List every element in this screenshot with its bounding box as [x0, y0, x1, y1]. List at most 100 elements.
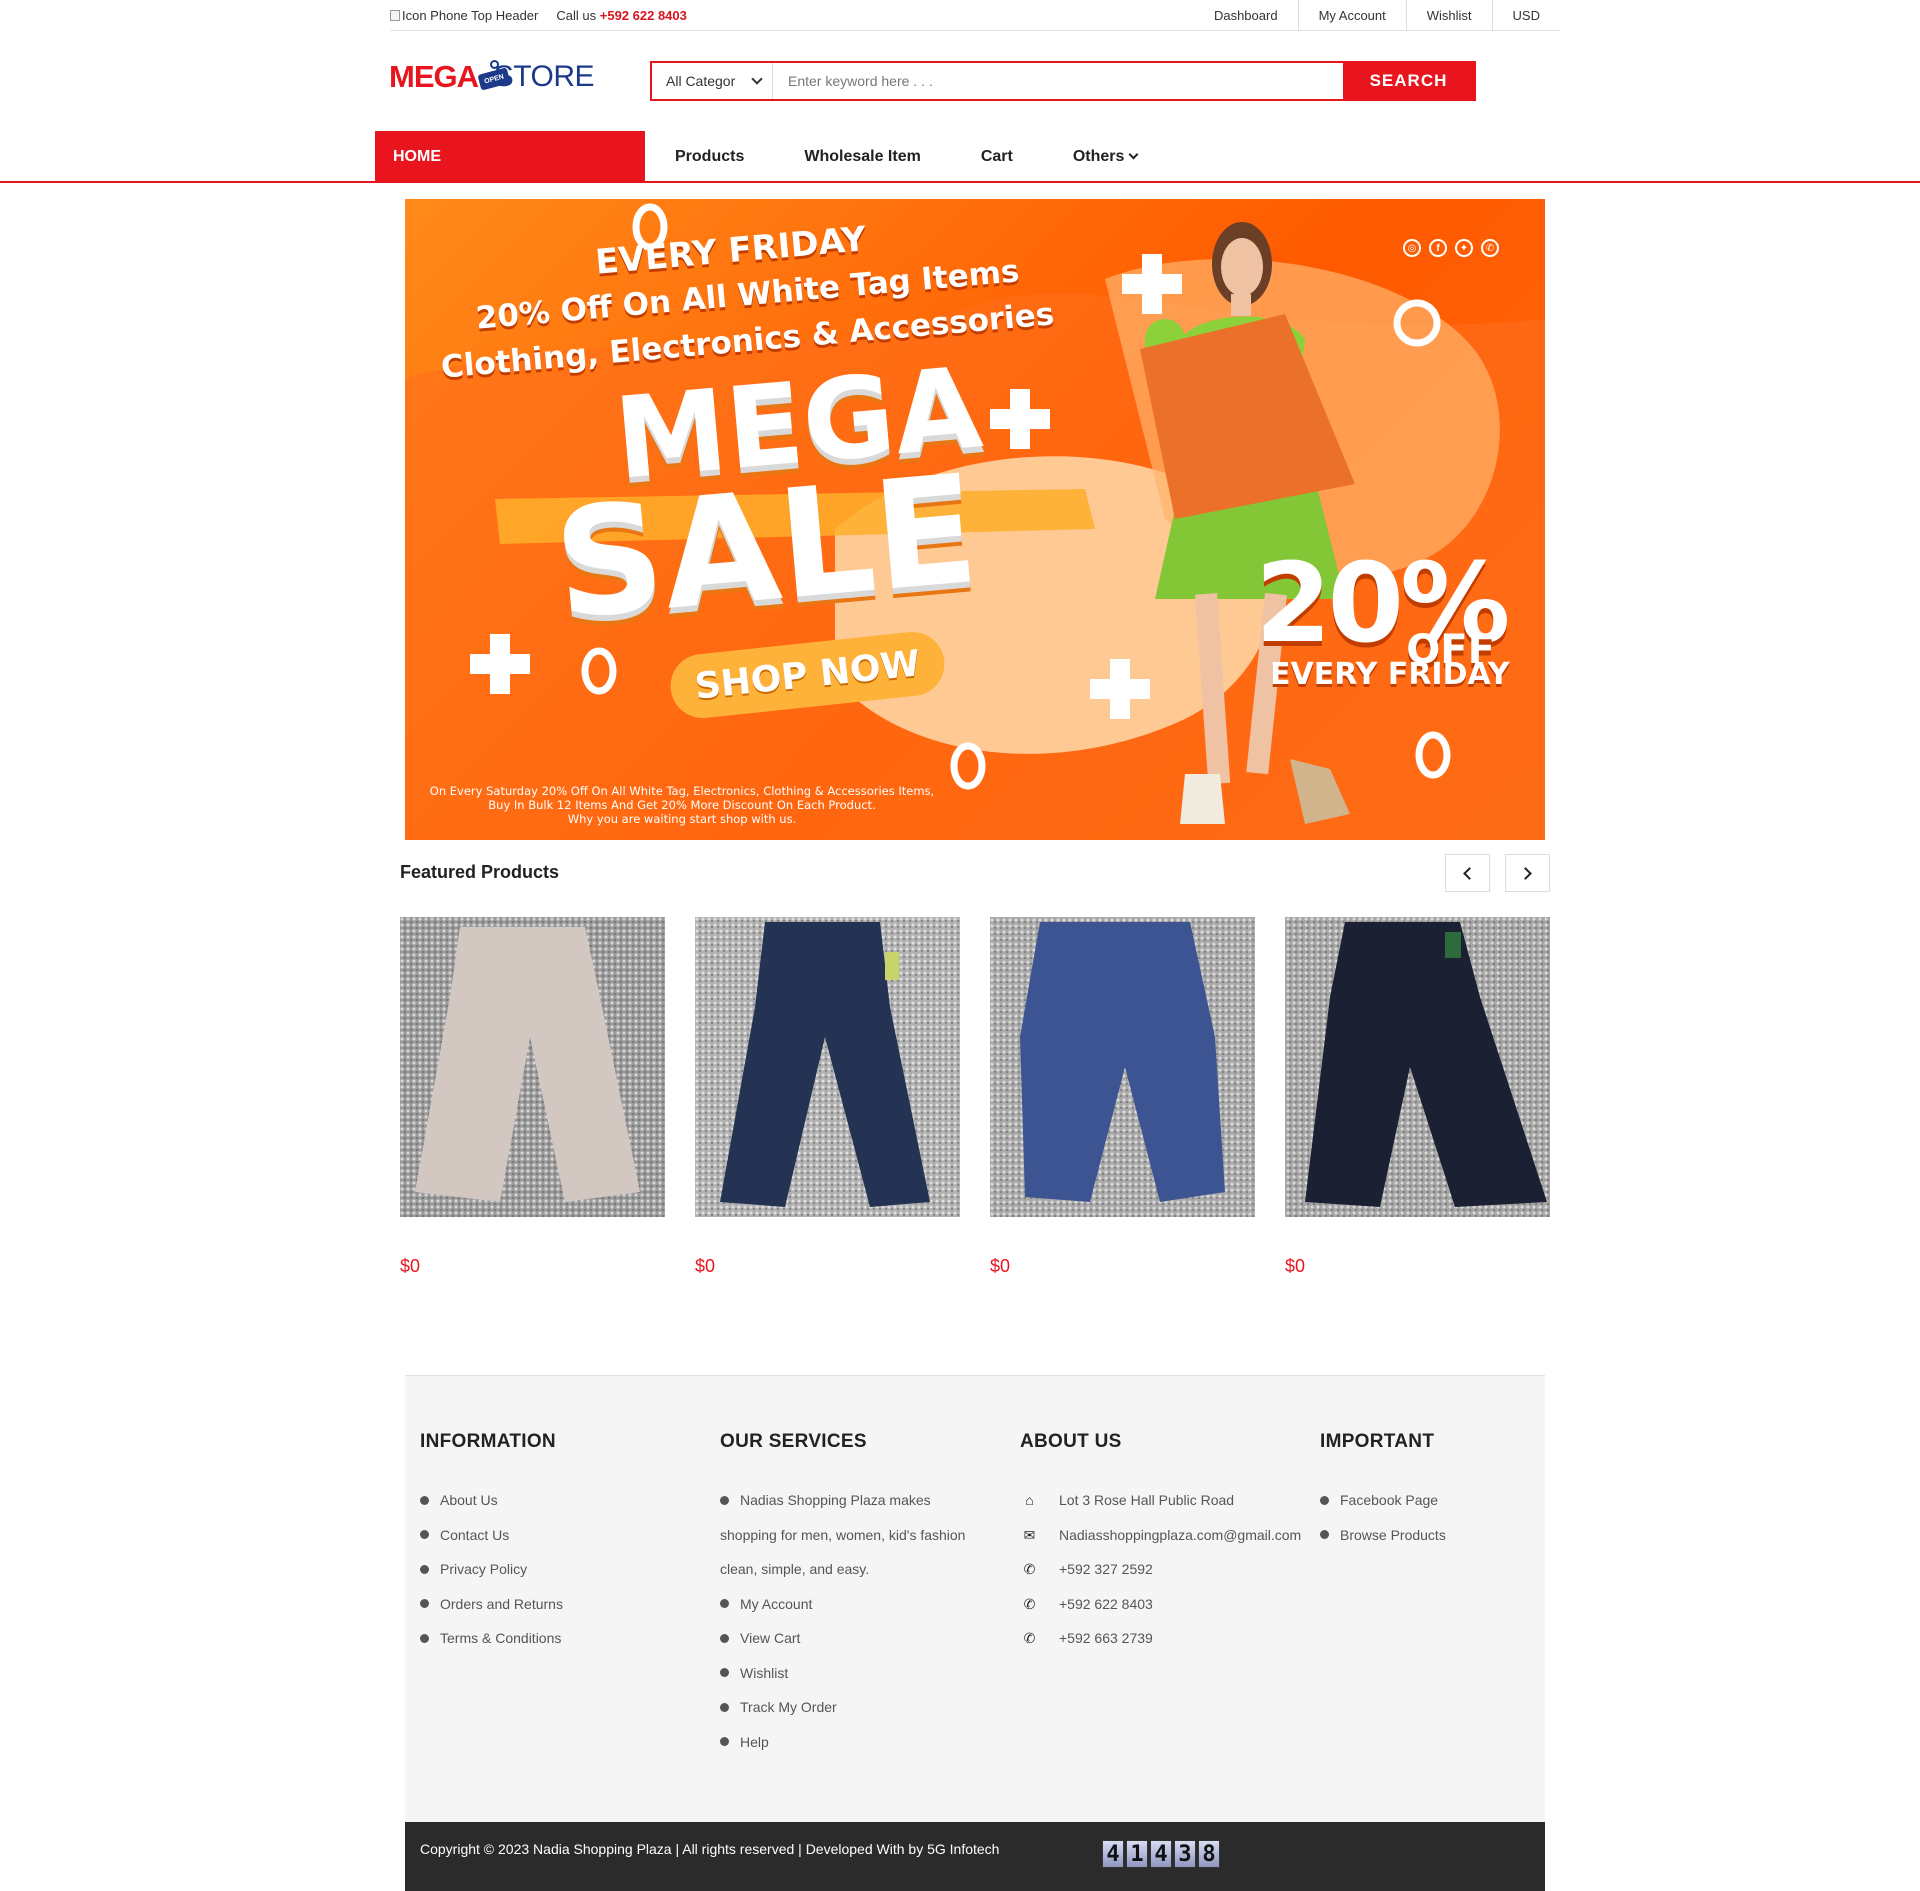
- call-us: Call us +592 622 8403: [556, 8, 687, 23]
- footer-link-facebook[interactable]: Facebook Page: [1320, 1483, 1446, 1518]
- dashboard-link[interactable]: Dashboard: [1194, 0, 1299, 31]
- footer-information: INFORMATION About Us Contact Us Privacy …: [420, 1431, 563, 1656]
- bullet-icon: [720, 1633, 729, 1643]
- product-card[interactable]: $0: [695, 917, 960, 1277]
- footer-link-wishlist[interactable]: Wishlist: [720, 1656, 965, 1691]
- about-phone[interactable]: ✆ +592 327 2592: [1020, 1552, 1301, 1587]
- bullet-icon: [420, 1633, 429, 1643]
- main-nav: HOME Products Wholesale Item Cart Others: [375, 131, 1167, 182]
- chevron-down-icon: [751, 73, 763, 85]
- bullet-icon: [720, 1668, 729, 1678]
- nav-cart-label: Cart: [980, 147, 1013, 165]
- bullet-icon: [420, 1530, 429, 1540]
- currency-selector[interactable]: USD: [1493, 0, 1560, 31]
- phone-icon: ✆: [1023, 1595, 1036, 1612]
- about-email[interactable]: ✉ Nadiasshoppingplaza.com@gmail.com: [1020, 1518, 1302, 1553]
- facebook-icon: f: [1429, 239, 1447, 257]
- nav-products-label: Products: [675, 147, 745, 165]
- footer-link-privacy-policy[interactable]: Privacy Policy: [420, 1552, 563, 1587]
- banner-sale: SALE: [548, 442, 984, 654]
- bullet-icon: [720, 1737, 729, 1747]
- home-icon: ⌂: [1025, 1492, 1034, 1508]
- footer-link-browse-products[interactable]: Browse Products: [1320, 1518, 1446, 1553]
- store-logo[interactable]: MEGA OPEN STORE: [389, 52, 595, 102]
- product-card[interactable]: $0: [1285, 917, 1550, 1277]
- counter-digit: 4: [1150, 1840, 1172, 1868]
- footer-heading: ABOUT US: [1020, 1431, 1122, 1452]
- bullet-icon: [420, 1564, 429, 1574]
- footer-important: IMPORTANT Facebook Page Browse Products: [1320, 1431, 1446, 1552]
- product-image[interactable]: [990, 917, 1255, 1217]
- instagram-icon: ◎: [1403, 239, 1421, 257]
- nav-home[interactable]: HOME: [375, 131, 645, 182]
- footer-link-orders-returns[interactable]: Orders and Returns: [420, 1587, 563, 1622]
- copyright-text: Copyright © 2023 Nadia Shopping Plaza | …: [420, 1841, 1000, 1857]
- product-image[interactable]: [1285, 917, 1550, 1217]
- wishlist-link[interactable]: Wishlist: [1407, 0, 1493, 31]
- search-bar: All Categor SEARCH: [650, 61, 1476, 101]
- nav-wholesale-item[interactable]: Wholesale Item: [774, 131, 950, 182]
- search-button[interactable]: SEARCH: [1343, 63, 1474, 99]
- footer-services: OUR SERVICES Nadias Shopping Plaza makes…: [720, 1431, 965, 1759]
- category-select[interactable]: All Categor: [652, 63, 773, 99]
- footer-link-my-account[interactable]: My Account: [720, 1587, 965, 1622]
- phone-icon-alt-text: Icon Phone Top Header: [402, 7, 539, 23]
- phone-icon: ✆: [1023, 1630, 1036, 1646]
- bird-icon: ✦: [1455, 239, 1473, 257]
- carousel-prev-button[interactable]: [1445, 854, 1490, 892]
- nav-cart[interactable]: Cart: [951, 131, 1043, 182]
- hero-banner[interactable]: EVERY FRIDAY 20% Off On All White Tag It…: [405, 199, 1545, 840]
- my-account-link[interactable]: My Account: [1299, 0, 1407, 31]
- call-label: Call us: [556, 7, 597, 23]
- envelope-icon: ✉: [1023, 1526, 1036, 1543]
- banner-social-icons: ◎ f ✦ ✆: [1403, 239, 1499, 257]
- search-input[interactable]: [773, 63, 1343, 99]
- services-description: Nadias Shopping Plaza makes: [720, 1483, 965, 1518]
- nav-others[interactable]: Others: [1043, 131, 1168, 182]
- broken-image-icon: [390, 9, 400, 21]
- footer-link-track-order[interactable]: Track My Order: [720, 1690, 965, 1725]
- product-card[interactable]: $0: [400, 917, 665, 1277]
- footer-link-view-cart[interactable]: View Cart: [720, 1621, 965, 1656]
- about-address: ⌂ Lot 3 Rose Hall Public Road: [1020, 1483, 1301, 1518]
- footer-heading: IMPORTANT: [1320, 1431, 1435, 1452]
- category-select-value: All Categor: [666, 73, 736, 89]
- footer-about: ABOUT US ⌂ Lot 3 Rose Hall Public Road ✉ N…: [1020, 1431, 1301, 1656]
- about-phone[interactable]: ✆ +592 622 8403: [1020, 1587, 1301, 1622]
- call-number[interactable]: +592 622 8403: [600, 8, 687, 23]
- footer: INFORMATION About Us Contact Us Privacy …: [405, 1375, 1545, 1822]
- product-price: $0: [400, 1256, 421, 1276]
- banner-note-line2: Buy In Bulk 12 Items And Get 20% More Di…: [488, 798, 876, 812]
- footer-link-help[interactable]: Help: [720, 1725, 965, 1760]
- bullet-icon: [1320, 1495, 1329, 1505]
- counter-digit: 3: [1174, 1840, 1196, 1868]
- open-sign-icon: OPEN: [477, 60, 511, 91]
- featured-products-title: Featured Products: [400, 862, 560, 882]
- whatsapp-icon: ✆: [1481, 239, 1499, 257]
- footer-link-about-us[interactable]: About Us: [420, 1483, 563, 1518]
- chevron-right-icon: [1519, 866, 1532, 880]
- footer-link-contact-us[interactable]: Contact Us: [420, 1518, 563, 1553]
- carousel-next-button[interactable]: [1505, 854, 1550, 892]
- banner-note-line1: On Every Saturday 20% Off On All White T…: [429, 784, 935, 798]
- bullet-icon: [720, 1599, 729, 1609]
- phone-icon: Icon Phone Top Header: [390, 8, 538, 23]
- nav-others-label: Others: [1072, 147, 1125, 165]
- product-image[interactable]: [695, 917, 960, 1217]
- counter-digit: 4: [1102, 1840, 1124, 1868]
- footer-link-terms[interactable]: Terms & Conditions: [420, 1621, 563, 1656]
- phone-icon: ✆: [1023, 1561, 1036, 1577]
- copyright-bar: Copyright © 2023 Nadia Shopping Plaza | …: [405, 1822, 1545, 1891]
- counter-digit: 8: [1198, 1840, 1220, 1868]
- chevron-down-icon: [1128, 149, 1139, 160]
- bullet-icon: [1320, 1530, 1329, 1540]
- product-image[interactable]: [400, 917, 665, 1217]
- nav-wholesale-label: Wholesale Item: [804, 147, 921, 165]
- product-price: $0: [990, 1256, 1011, 1276]
- nav-divider: [0, 181, 1920, 183]
- about-phone[interactable]: ✆ +592 663 2739: [1020, 1621, 1301, 1656]
- visitor-counter: 4 1 4 3 8: [1102, 1840, 1220, 1868]
- product-card[interactable]: $0: [990, 917, 1255, 1277]
- banner-note: On Every Saturday 20% Off On All White T…: [417, 784, 947, 826]
- nav-products[interactable]: Products: [645, 131, 774, 182]
